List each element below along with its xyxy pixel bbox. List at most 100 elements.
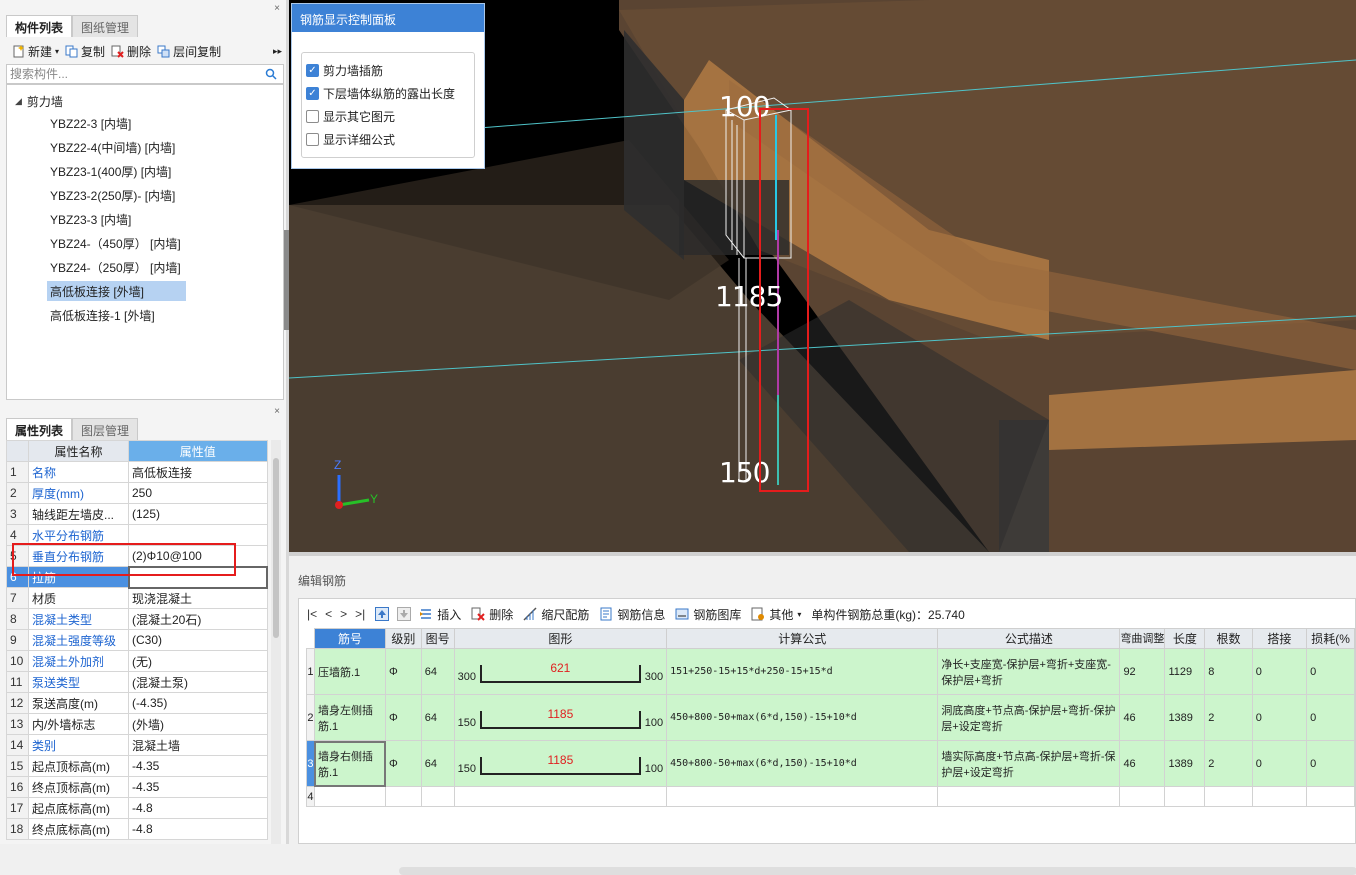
property-value[interactable]: (无) xyxy=(128,650,268,672)
property-value[interactable]: (外墙) xyxy=(128,713,268,735)
cell-bend[interactable]: 46 xyxy=(1119,740,1166,787)
cell-lap[interactable]: 0 xyxy=(1251,694,1308,741)
cell-grade[interactable]: Φ xyxy=(385,740,422,787)
property-value[interactable]: (125) xyxy=(128,503,268,525)
cell-bend[interactable]: 46 xyxy=(1119,694,1166,741)
empty-cell[interactable] xyxy=(385,786,422,807)
header-bend-adjust[interactable]: 弯曲调整 xyxy=(1119,628,1166,649)
property-value[interactable]: -4.8 xyxy=(128,797,268,819)
property-row[interactable]: 8 混凝土类型 (混凝土20石) xyxy=(6,608,268,630)
nav-first-button[interactable]: |< xyxy=(307,607,317,621)
nav-prev-button[interactable]: < xyxy=(325,607,332,621)
tab-component-list[interactable]: 构件列表 xyxy=(6,15,73,37)
search-icon[interactable] xyxy=(265,68,277,80)
search-input[interactable] xyxy=(7,65,257,83)
property-row[interactable]: 13 内/外墙标志 (外墙) xyxy=(6,713,268,735)
checkbox-checked-icon[interactable]: ✓ xyxy=(306,87,319,100)
move-down-icon[interactable] xyxy=(397,607,412,621)
expand-triangle-icon[interactable]: ◢ xyxy=(15,96,22,107)
option-lower-wall-exposed-length[interactable]: ✓ 下层墙体纵筋的露出长度 xyxy=(306,85,455,102)
option-show-other-elements[interactable]: 显示其它图元 xyxy=(306,108,395,125)
cell-figure-no[interactable]: 64 xyxy=(420,740,455,787)
header-formula[interactable]: 计算公式 xyxy=(666,628,939,649)
new-dropdown-icon[interactable]: ▾ xyxy=(55,47,59,56)
tree-item[interactable]: YBZ23-1(400厚) [内墙] xyxy=(47,161,174,181)
tree-item[interactable]: YBZ23-3 [内墙] xyxy=(47,209,134,229)
nav-next-button[interactable]: > xyxy=(340,607,347,621)
3d-viewport[interactable]: 100 1185 150 Z Y 钢筋显示控制面板 ✓ 剪力墙插筋 ✓ 下层墙体… xyxy=(289,0,1356,552)
other-button[interactable]: 其他 ▾ xyxy=(751,606,801,623)
cell-count[interactable]: 2 xyxy=(1204,694,1253,741)
property-value[interactable]: 混凝土墙 xyxy=(128,734,268,756)
property-row[interactable]: 10 混凝土外加剂 (无) xyxy=(6,650,268,672)
checkbox-unchecked-icon[interactable] xyxy=(306,133,319,146)
cell-lap[interactable]: 0 xyxy=(1251,648,1308,695)
tree-item[interactable]: YBZ22-3 [内墙] xyxy=(47,113,134,133)
property-row[interactable]: 15 起点顶标高(m) -4.35 xyxy=(6,755,268,777)
copy-button[interactable]: 复制 xyxy=(65,43,105,60)
cell-length[interactable]: 1129 xyxy=(1164,648,1206,695)
cell-bar-name[interactable]: 墙身右侧插筋.1 xyxy=(313,740,387,787)
rebar-row[interactable]: 2 墙身左侧插筋.1 Φ 64 150 1185 100 450+800-50+ma… xyxy=(306,694,1355,741)
toolbar-more-icon[interactable]: ▸▸ xyxy=(273,46,282,57)
tree-item[interactable]: YBZ23-2(250厚)- [内墙] xyxy=(47,185,178,205)
component-panel-close-icon[interactable]: × xyxy=(274,3,280,14)
property-value[interactable]: 现浇混凝土 xyxy=(128,587,268,609)
property-value[interactable]: 250 xyxy=(128,482,268,504)
property-row[interactable]: 12 泵送高度(m) (-4.35) xyxy=(6,692,268,714)
delete-row-button[interactable]: 删除 xyxy=(471,606,513,623)
cell-loss[interactable]: 0 xyxy=(1306,694,1355,741)
header-grade[interactable]: 级别 xyxy=(385,628,422,649)
header-figure-no[interactable]: 图号 xyxy=(420,628,455,649)
tree-root-shear-wall[interactable]: ◢ 剪力墙 xyxy=(15,93,63,110)
empty-cell[interactable] xyxy=(1204,786,1253,807)
header-lap[interactable]: 搭接 xyxy=(1251,628,1308,649)
checkbox-checked-icon[interactable]: ✓ xyxy=(306,64,319,77)
property-value[interactable]: (C30) xyxy=(128,629,268,651)
cell-formula-desc[interactable]: 墙实际高度+节点高-保护层+弯折-保护层+设定弯折 xyxy=(937,740,1121,787)
rebar-info-button[interactable]: 钢筋信息 xyxy=(599,606,665,623)
property-row[interactable]: 11 泵送类型 (混凝土泵) xyxy=(6,671,268,693)
cell-formula[interactable]: 151+250-15+15*d+250-15+15*d xyxy=(666,648,939,695)
tab-drawing-management[interactable]: 图纸管理 xyxy=(72,15,139,37)
header-bar-no[interactable]: 筋号 xyxy=(313,628,387,649)
property-value[interactable]: (混凝土20石) xyxy=(128,608,268,630)
rebar-row[interactable]: 3 墙身右侧插筋.1 Φ 64 150 1185 100 450+800-50+ma… xyxy=(306,740,1355,787)
header-count[interactable]: 根数 xyxy=(1204,628,1253,649)
property-row[interactable]: 17 起点底标高(m) -4.8 xyxy=(6,797,268,819)
rebar-row-empty[interactable]: 4 xyxy=(306,786,1355,807)
cell-formula[interactable]: 450+800-50+max(6*d,150)-15+10*d xyxy=(666,694,939,741)
property-scrollbar[interactable] xyxy=(271,440,281,844)
property-row[interactable]: 16 终点顶标高(m) -4.35 xyxy=(6,776,268,798)
empty-cell[interactable] xyxy=(937,786,1121,807)
cell-shape[interactable]: 150 1185 100 xyxy=(453,694,668,741)
cell-length[interactable]: 1389 xyxy=(1164,694,1206,741)
cell-formula[interactable]: 450+800-50+max(6*d,150)-15+10*d xyxy=(666,740,939,787)
property-row[interactable]: 14 类别 混凝土墙 xyxy=(6,734,268,756)
cell-bar-name[interactable]: 墙身左侧插筋.1 xyxy=(313,694,387,741)
cell-formula-desc[interactable]: 净长+支座宽-保护层+弯折+支座宽-保护层+弯折 xyxy=(937,648,1121,695)
horizontal-scrollbar[interactable] xyxy=(399,867,1356,875)
tree-item[interactable]: YBZ24-（450厚） [内墙] xyxy=(47,233,184,253)
cell-grade[interactable]: Φ xyxy=(385,694,422,741)
checkbox-unchecked-icon[interactable] xyxy=(306,110,319,123)
rebar-library-button[interactable]: 钢筋图库 xyxy=(675,606,741,623)
tree-item[interactable]: YBZ22-4(中间墙) [内墙] xyxy=(47,137,178,157)
delete-button[interactable]: 删除 xyxy=(111,43,151,60)
cell-count[interactable]: 8 xyxy=(1204,648,1253,695)
property-panel-close-icon[interactable]: × xyxy=(274,406,280,417)
header-length[interactable]: 长度 xyxy=(1164,628,1206,649)
tree-item[interactable]: YBZ24-（250厚） [内墙] xyxy=(47,257,184,277)
cell-shape[interactable]: 150 1185 100 xyxy=(453,740,668,787)
empty-cell[interactable] xyxy=(666,786,939,807)
header-loss[interactable]: 损耗(% xyxy=(1306,628,1355,649)
header-formula-desc[interactable]: 公式描述 xyxy=(937,628,1121,649)
move-up-icon[interactable] xyxy=(375,607,390,621)
empty-cell[interactable] xyxy=(1119,786,1166,807)
empty-cell[interactable] xyxy=(1164,786,1206,807)
cell-bend[interactable]: 92 xyxy=(1119,648,1166,695)
empty-cell[interactable] xyxy=(1251,786,1308,807)
cell-grade[interactable]: Φ xyxy=(385,648,422,695)
cell-length[interactable]: 1389 xyxy=(1164,740,1206,787)
property-row[interactable]: 3 轴线距左墙皮... (125) xyxy=(6,503,268,525)
